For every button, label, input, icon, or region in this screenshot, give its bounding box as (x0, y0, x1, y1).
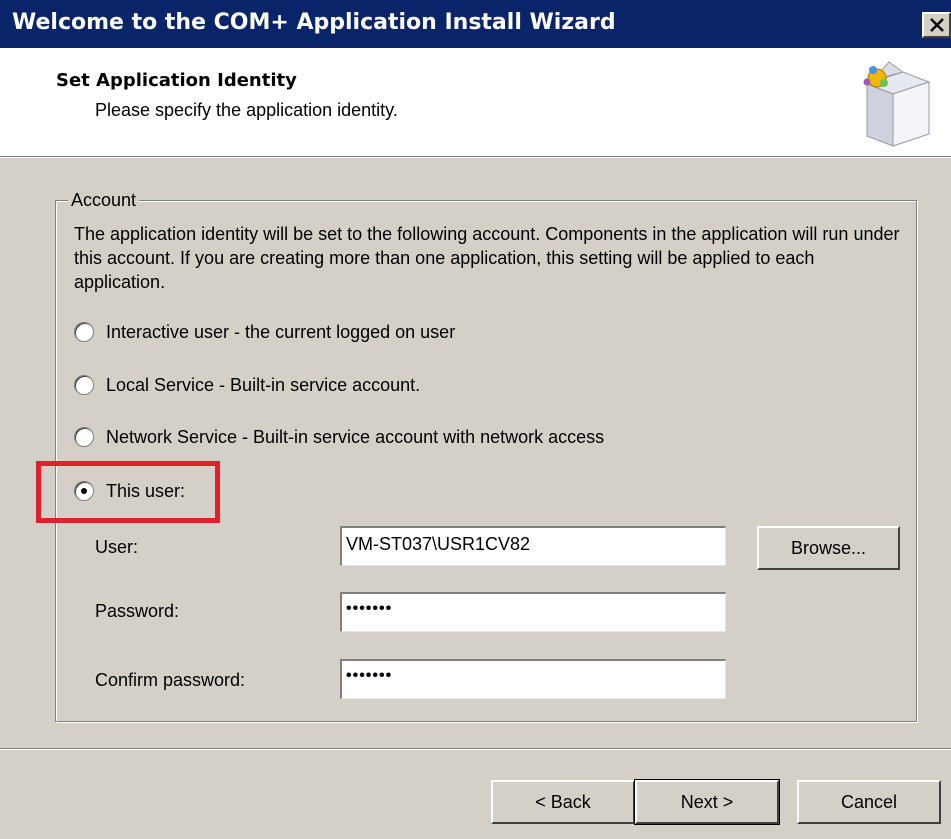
radio-button[interactable] (74, 322, 94, 342)
user-input[interactable]: VM-ST037\USR1CV82 (340, 526, 726, 566)
confirm-password-input[interactable]: ••••••• (340, 659, 726, 699)
close-icon (930, 18, 944, 32)
radio-button[interactable] (74, 427, 94, 447)
account-description: The application identity will be set to … (74, 224, 900, 292)
radio-network-service[interactable]: Network Service - Built-in service accou… (74, 423, 604, 451)
radio-label: Local Service - Built-in service account… (106, 374, 421, 395)
radio-local-service[interactable]: Local Service - Built-in service account… (74, 371, 420, 399)
title-bar: Welcome to the COM+ Application Install … (0, 0, 951, 48)
page-title: Set Application Identity (56, 70, 297, 91)
radio-button[interactable] (74, 375, 94, 395)
wizard-header: Set Application Identity Please specify … (0, 48, 951, 157)
highlight-box (36, 461, 220, 523)
password-label: Password: (95, 601, 180, 621)
next-button[interactable]: Next > (634, 779, 780, 825)
browse-button[interactable]: Browse... (757, 526, 900, 570)
radio-label: Network Service - Built-in service accou… (106, 426, 605, 447)
header-divider (0, 157, 951, 158)
close-button[interactable] (922, 12, 951, 38)
window-title: Welcome to the COM+ Application Install … (12, 10, 616, 35)
confirm-password-label: Confirm password: (95, 670, 246, 690)
radio-interactive-user[interactable]: Interactive user - the current logged on… (74, 318, 455, 346)
account-group-label: Account (68, 190, 140, 211)
cancel-button[interactable]: Cancel (797, 780, 941, 824)
page-subtitle: Please specify the application identity. (95, 100, 398, 120)
radio-label: Interactive user - the current logged on… (106, 321, 456, 342)
back-button[interactable]: < Back (491, 780, 635, 824)
password-input[interactable]: ••••••• (340, 592, 726, 632)
installer-box-icon (863, 61, 931, 147)
user-label: User: (95, 537, 139, 557)
footer-divider-highlight (0, 749, 951, 750)
